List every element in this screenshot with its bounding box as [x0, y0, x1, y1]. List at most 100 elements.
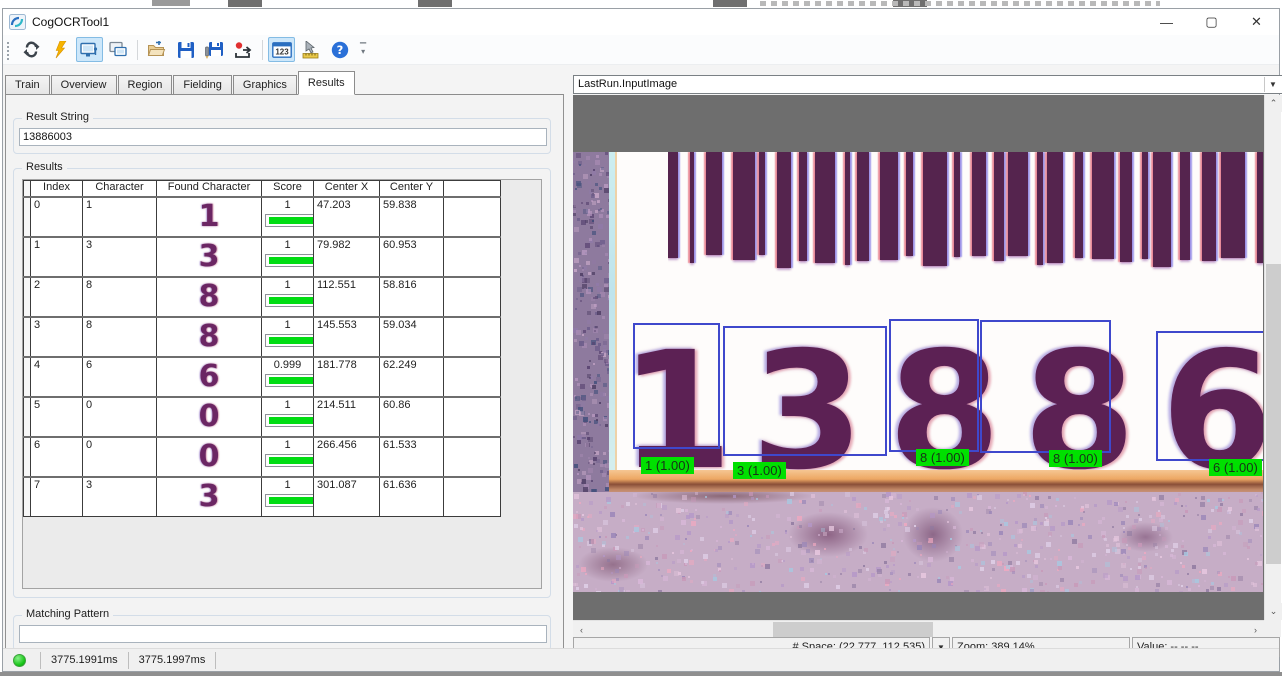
table-row[interactable]: 73 3 1 301.08761.636	[24, 477, 501, 517]
tab-train[interactable]: Train	[5, 75, 50, 95]
matching-pattern-field[interactable]	[19, 625, 547, 643]
horizontal-scrollbar[interactable]: ‹ ›	[573, 620, 1264, 637]
float-display-button[interactable]	[105, 37, 132, 62]
tab-graphics[interactable]: Graphics	[233, 75, 297, 95]
col-index[interactable]: Index	[31, 181, 83, 197]
ocr-box	[980, 320, 1111, 453]
import-record-icon	[234, 41, 253, 59]
ocr-confidence-tag: 8 (1.00)	[1049, 450, 1102, 467]
vertical-scroll-thumb[interactable]	[1266, 264, 1281, 564]
table-row[interactable]: 01 1 1 47.20359.838	[24, 197, 501, 237]
toolbar: 123 ? ▔▾	[3, 35, 1279, 65]
score-bar	[265, 494, 314, 507]
found-character-glyph: 1	[157, 197, 262, 237]
score-bar	[265, 214, 314, 227]
numeric-results-icon: 123	[272, 41, 292, 59]
table-row[interactable]: 13 3 1 79.98260.953	[24, 237, 501, 277]
toolbar-separator	[262, 40, 263, 60]
desktop-artifact	[228, 0, 262, 7]
results-label: Results	[22, 161, 67, 173]
tab-results[interactable]: Results	[298, 71, 355, 95]
titlebar: CogOCRTool1 — ▢ ✕	[3, 9, 1279, 35]
save-button[interactable]	[172, 37, 199, 62]
ocr-confidence-tag: 3 (1.00)	[733, 462, 786, 479]
table-row[interactable]: 50 0 1 214.51160.86	[24, 397, 501, 437]
minimize-button[interactable]: —	[1144, 9, 1189, 35]
svg-text:123: 123	[275, 47, 289, 56]
save-icon	[177, 41, 195, 59]
show-results-display-button[interactable]	[76, 37, 103, 62]
save-as-button[interactable]	[201, 37, 228, 62]
matching-pattern-group: Matching Pattern	[13, 615, 551, 651]
col-score[interactable]: Score	[262, 181, 314, 197]
col-center-y[interactable]: Center Y	[380, 181, 444, 197]
window-title: CogOCRTool1	[32, 15, 109, 29]
col-character[interactable]: Character	[83, 181, 157, 197]
run-loop-icon	[22, 40, 41, 59]
table-row[interactable]: 60 0 1 266.45661.533	[24, 437, 501, 477]
pointer-ruler-button[interactable]	[297, 37, 324, 62]
run-once-button[interactable]	[47, 37, 74, 62]
toolbar-grip-icon[interactable]	[7, 40, 12, 60]
image-source-combobox[interactable]: LastRun.InputImage ▼	[573, 75, 1282, 94]
vertical-scrollbar[interactable]: ⌃ ⌄	[1264, 95, 1281, 620]
ocr-box	[633, 323, 720, 449]
score-bar	[265, 294, 314, 307]
help-button[interactable]: ?	[326, 37, 353, 62]
desktop-artifact	[152, 0, 190, 6]
scroll-down-icon[interactable]: ⌄	[1265, 603, 1282, 620]
tab-fielding[interactable]: Fielding	[173, 75, 232, 95]
toolbar-overflow-icon[interactable]: ▔▾	[360, 46, 366, 54]
col-center-x[interactable]: Center X	[314, 181, 380, 197]
open-file-icon	[147, 41, 166, 59]
toolbar-separator	[137, 40, 138, 60]
ocr-box	[723, 326, 887, 456]
score-bar	[265, 334, 314, 347]
horizontal-scroll-thumb[interactable]	[773, 622, 933, 637]
scroll-up-icon[interactable]: ⌃	[1265, 95, 1282, 112]
table-row[interactable]: 38 8 1 145.55359.034	[24, 317, 501, 357]
svg-text:?: ?	[336, 43, 343, 57]
label-edge-shadow	[615, 152, 617, 500]
desktop-artifact	[760, 1, 1160, 6]
statusbar: 3775.1991ms 3775.1997ms	[3, 648, 1279, 671]
table-row[interactable]: 28 8 1 112.55158.816	[24, 277, 501, 317]
pointer-ruler-icon	[301, 41, 320, 59]
found-character-glyph: 8	[157, 317, 262, 357]
ocr-confidence-tag: 1 (1.00)	[641, 457, 694, 474]
found-character-glyph: 6	[157, 357, 262, 397]
viewport-matte	[573, 592, 1263, 620]
scroll-left-icon[interactable]: ‹	[573, 621, 590, 638]
scroll-right-icon[interactable]: ›	[1247, 621, 1264, 638]
found-character-glyph: 3	[157, 477, 262, 517]
score-bar	[265, 374, 314, 387]
found-character-glyph: 8	[157, 277, 262, 317]
import-record-button[interactable]	[230, 37, 257, 62]
chevron-down-icon[interactable]: ▼	[1264, 77, 1281, 92]
tab-region[interactable]: Region	[118, 75, 173, 95]
col-found-character[interactable]: Found Character	[157, 181, 262, 197]
run-loop-button[interactable]	[18, 37, 45, 62]
image-viewport: 1 3 8 8 6 1 (1.00) 3 (1.00) 8 (1.00)	[573, 95, 1264, 620]
score-bar	[265, 414, 314, 427]
result-string-label: Result String	[22, 111, 93, 123]
image-source-value: LastRun.InputImage	[578, 78, 677, 90]
open-file-button[interactable]	[143, 37, 170, 62]
result-string-field[interactable]: 13886003	[19, 128, 547, 146]
close-button[interactable]: ✕	[1234, 9, 1279, 35]
results-table-frame: Index Character Found Character Score Ce…	[22, 179, 542, 589]
found-character-glyph: 0	[157, 437, 262, 477]
numeric-results-button[interactable]: 123	[268, 37, 295, 62]
tab-overview[interactable]: Overview	[51, 75, 117, 95]
result-string-group: Result String 13886003	[13, 118, 551, 154]
scrollbar-corner	[1264, 620, 1281, 637]
found-character-glyph: 0	[157, 397, 262, 437]
run-once-lightning-icon	[52, 41, 70, 59]
ocr-box	[1156, 331, 1263, 461]
results-group: Results Index Character Found Character …	[13, 168, 551, 598]
barcode-image	[668, 152, 1263, 272]
table-row[interactable]: 46 6 0.999 181.77862.249	[24, 357, 501, 397]
input-image: 1 3 8 8 6 1 (1.00) 3 (1.00) 8 (1.00)	[573, 152, 1263, 592]
maximize-button[interactable]: ▢	[1189, 9, 1234, 35]
surface-texture	[573, 492, 1263, 592]
